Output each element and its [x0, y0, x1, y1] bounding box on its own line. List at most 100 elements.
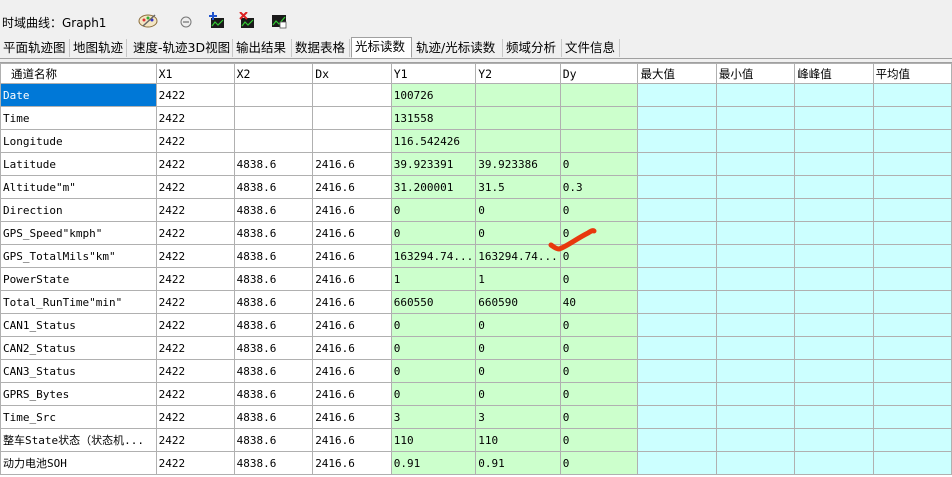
table-cell[interactable]	[872, 313, 952, 337]
table-cell[interactable]	[715, 83, 796, 107]
table-cell[interactable]: 2422	[155, 290, 235, 314]
header-dx[interactable]: Dx	[312, 63, 392, 84]
table-cell[interactable]: 2422	[155, 175, 235, 199]
channel-name-cell[interactable]: Time_Src	[0, 405, 157, 429]
table-cell[interactable]: 0	[475, 221, 561, 245]
table-cell[interactable]: 31.5	[475, 175, 561, 199]
table-cell[interactable]: 0	[559, 221, 639, 245]
table-cell[interactable]: 2416.6	[312, 175, 392, 199]
table-cell[interactable]: 0	[390, 221, 477, 245]
table-cell[interactable]: 110	[390, 428, 477, 452]
table-cell[interactable]	[715, 336, 796, 360]
tab-output-results[interactable]: 输出结果	[233, 39, 292, 57]
table-cell[interactable]: 4838.6	[233, 451, 314, 475]
table-cell[interactable]: 1	[475, 267, 561, 291]
table-cell[interactable]: 131558	[390, 106, 477, 130]
channel-name-cell[interactable]: Date	[0, 83, 157, 107]
table-cell[interactable]: 2422	[155, 382, 235, 406]
table-cell[interactable]	[475, 129, 561, 153]
table-row[interactable]: Time 2422 131558	[0, 106, 952, 130]
chart-export-icon[interactable]	[268, 12, 290, 30]
table-row[interactable]: GPS_Speed"kmph" 2422 4838.6 2416.6 0 0 0	[0, 221, 952, 245]
table-cell[interactable]: 660550	[390, 290, 477, 314]
table-cell[interactable]: 2422	[155, 152, 235, 176]
table-cell[interactable]: 0	[559, 152, 639, 176]
table-cell[interactable]: 2416.6	[312, 382, 392, 406]
table-cell[interactable]	[637, 290, 717, 314]
table-row[interactable]: 整车State状态（状态机... 2422 4838.6 2416.6 110 110 0	[0, 428, 952, 452]
table-cell[interactable]: 4838.6	[233, 382, 314, 406]
table-cell[interactable]: 3	[475, 405, 561, 429]
table-row[interactable]: Direction 2422 4838.6 2416.6 0 0 0	[0, 198, 952, 222]
channel-name-cell[interactable]: CAN3_Status	[0, 359, 157, 383]
table-cell[interactable]	[637, 267, 717, 291]
table-row[interactable]: CAN1_Status 2422 4838.6 2416.6 0 0 0	[0, 313, 952, 337]
channel-name-cell[interactable]: GPS_TotalMils"km"	[0, 244, 157, 268]
table-cell[interactable]: 1	[390, 267, 477, 291]
table-cell[interactable]	[559, 106, 639, 130]
table-cell[interactable]	[233, 83, 314, 107]
table-cell[interactable]: 0	[559, 244, 639, 268]
table-cell[interactable]: 660590	[475, 290, 561, 314]
cursor-readout-grid[interactable]: 通道名称 X1 X2 Dx Y1 Y2 Dy 最大值 最小值 峰峰值 平均值 D…	[0, 62, 952, 477]
table-cell[interactable]: 0	[390, 198, 477, 222]
table-cell[interactable]: 0	[475, 359, 561, 383]
tab-frequency-analysis[interactable]: 频域分析	[503, 39, 562, 57]
table-cell[interactable]: 0	[559, 405, 639, 429]
table-cell[interactable]: 100726	[390, 83, 477, 107]
channel-name-cell[interactable]: Direction	[0, 198, 157, 222]
header-channel-name[interactable]: 通道名称	[0, 63, 157, 84]
table-row[interactable]: Date 2422 100726	[0, 83, 952, 107]
table-cell[interactable]: 0.3	[559, 175, 639, 199]
table-cell[interactable]: 4838.6	[233, 267, 314, 291]
table-cell[interactable]	[715, 267, 796, 291]
table-cell[interactable]: 0	[475, 382, 561, 406]
table-cell[interactable]	[637, 336, 717, 360]
table-cell[interactable]	[794, 129, 874, 153]
table-cell[interactable]: 39.923391	[390, 152, 477, 176]
table-cell[interactable]: 4838.6	[233, 428, 314, 452]
table-cell[interactable]: 4838.6	[233, 359, 314, 383]
table-cell[interactable]: 0	[559, 451, 639, 475]
table-cell[interactable]	[715, 313, 796, 337]
table-cell[interactable]	[794, 290, 874, 314]
table-cell[interactable]: 40	[559, 290, 639, 314]
table-cell[interactable]: 2422	[155, 336, 235, 360]
table-cell[interactable]: 0.91	[475, 451, 561, 475]
table-cell[interactable]	[794, 359, 874, 383]
table-cell[interactable]: 2416.6	[312, 336, 392, 360]
table-cell[interactable]	[872, 382, 952, 406]
table-row[interactable]: CAN3_Status 2422 4838.6 2416.6 0 0 0	[0, 359, 952, 383]
table-cell[interactable]: 116.542426	[390, 129, 477, 153]
table-cell[interactable]: 2422	[155, 359, 235, 383]
table-cell[interactable]	[794, 428, 874, 452]
table-cell[interactable]: 0	[559, 359, 639, 383]
tab-cursor-readout[interactable]: 光标读数	[351, 37, 412, 58]
table-cell[interactable]: 110	[475, 428, 561, 452]
table-row[interactable]: CAN2_Status 2422 4838.6 2416.6 0 0 0	[0, 336, 952, 360]
table-cell[interactable]: 4838.6	[233, 152, 314, 176]
tab-speed-3d-view[interactable]: 速度-轨迹3D视图	[130, 39, 233, 57]
table-row[interactable]: 动力电池SOH 2422 4838.6 2416.6 0.91 0.91 0	[0, 451, 952, 475]
table-cell[interactable]: 4838.6	[233, 405, 314, 429]
table-cell[interactable]	[637, 221, 717, 245]
table-cell[interactable]	[475, 106, 561, 130]
table-row[interactable]: GPRS_Bytes 2422 4838.6 2416.6 0 0 0	[0, 382, 952, 406]
table-cell[interactable]: 0	[475, 336, 561, 360]
channel-name-cell[interactable]: Time	[0, 106, 157, 130]
table-cell[interactable]: 0	[390, 313, 477, 337]
tab-map-trajectory[interactable]: 地图轨迹	[70, 39, 127, 57]
header-y1[interactable]: Y1	[390, 63, 477, 84]
table-cell[interactable]: 4838.6	[233, 221, 314, 245]
table-cell[interactable]: 4838.6	[233, 175, 314, 199]
table-cell[interactable]	[872, 152, 952, 176]
table-cell[interactable]: 2416.6	[312, 451, 392, 475]
table-cell[interactable]	[475, 83, 561, 107]
table-cell[interactable]: 2422	[155, 106, 235, 130]
table-cell[interactable]	[794, 152, 874, 176]
table-cell[interactable]	[872, 336, 952, 360]
tab-file-info[interactable]: 文件信息	[562, 39, 620, 57]
channel-name-cell[interactable]: 整车State状态（状态机...	[0, 428, 157, 452]
table-cell[interactable]	[794, 198, 874, 222]
table-cell[interactable]: 2422	[155, 244, 235, 268]
